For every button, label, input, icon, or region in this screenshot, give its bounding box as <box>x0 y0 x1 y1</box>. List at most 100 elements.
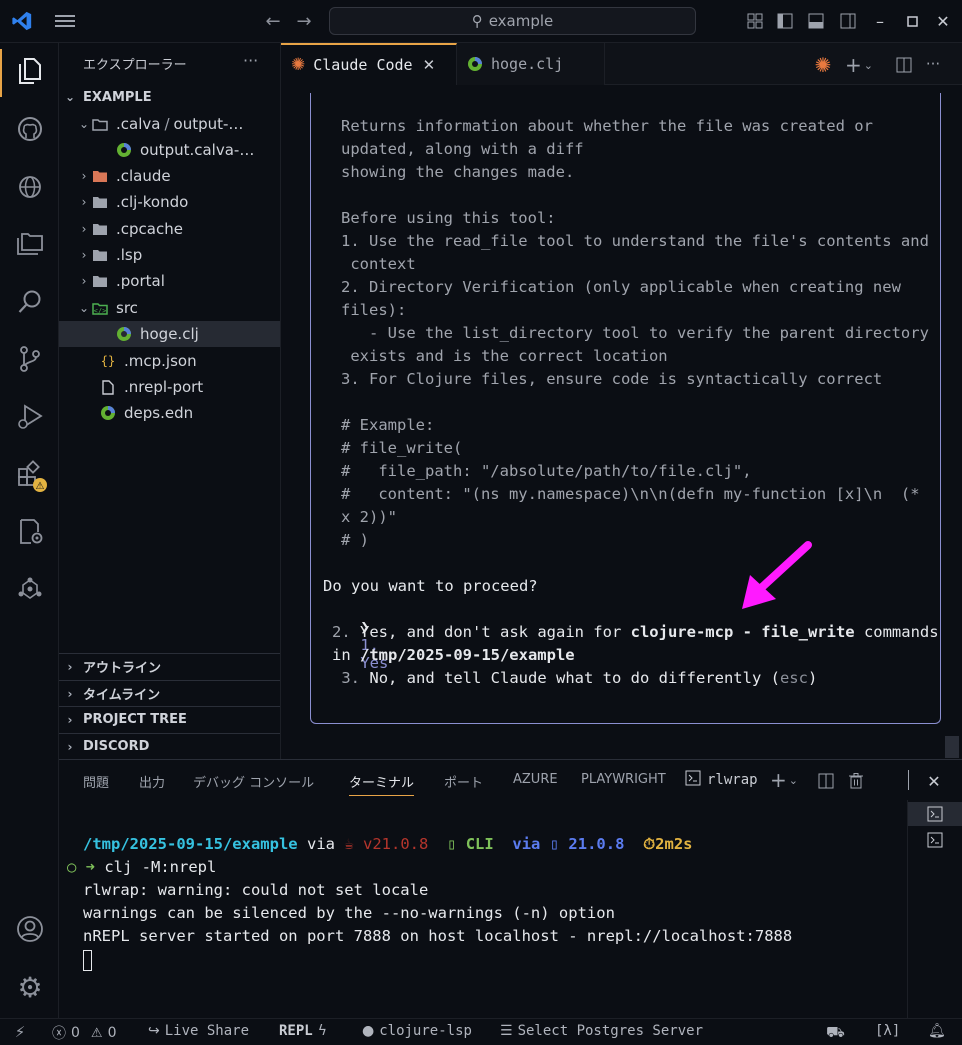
back-arrow-icon[interactable]: ← <box>262 10 284 32</box>
panel-tab-playwright[interactable]: PLAYWRIGHT <box>581 772 666 787</box>
section-timeline[interactable]: › タイムライン <box>59 680 280 706</box>
test-config-icon[interactable] <box>14 515 48 549</box>
esc-key-hint: esc <box>779 669 808 687</box>
tree-item-clj-kondo[interactable]: › .clj-kondo <box>59 189 280 215</box>
chevron-right-icon: › <box>81 248 87 262</box>
extensions-icon[interactable]: ⚠ <box>14 458 50 494</box>
menu-icon[interactable] <box>53 10 77 32</box>
notifications-bell-icon[interactable]: 🔔︎ <box>928 1023 946 1039</box>
chevron-right-icon: › <box>81 222 87 236</box>
tree-item-nrepl-port[interactable]: .nrepl-port <box>59 374 280 400</box>
tree-item-output-calva[interactable]: output.calva-… <box>59 137 280 163</box>
split-editor-icon[interactable] <box>893 54 915 76</box>
tool-description-line: files): <box>341 301 407 319</box>
tree-item-portal[interactable]: › .portal <box>59 268 280 294</box>
editor-scrollbar[interactable] <box>945 736 959 758</box>
option-yes-dont-ask-path[interactable]: in /tmp/2025-09-15/example <box>332 646 575 664</box>
run-debug-icon[interactable] <box>14 401 46 433</box>
option-no[interactable]: 3. No, and tell Claude what to do differ… <box>332 669 817 687</box>
toggle-secondary-sidebar-icon[interactable] <box>838 11 858 31</box>
terminal-instance-icon[interactable] <box>908 802 962 826</box>
toggle-panel-icon[interactable] <box>806 11 826 31</box>
toggle-primary-sidebar-icon[interactable] <box>775 11 795 31</box>
globe-icon[interactable] <box>14 171 46 203</box>
panel-tab-ports[interactable]: ポート <box>444 772 483 791</box>
tool-description-line: showing the changes made. <box>341 163 575 181</box>
repl-button[interactable]: REPL ϟ <box>279 1023 327 1039</box>
panel-tab-azure[interactable]: AZURE <box>513 772 558 787</box>
close-tab-icon[interactable]: ✕ <box>423 56 436 74</box>
folders-icon[interactable] <box>14 228 46 260</box>
lambda-status[interactable]: [λ] <box>875 1023 900 1039</box>
postgres-label: Select Postgres Server <box>517 1023 703 1039</box>
customize-layout-icon[interactable] <box>745 11 765 31</box>
clojure-lsp-status[interactable]: ● clojure-lsp <box>362 1023 472 1039</box>
live-share-button[interactable]: ↪ Live Share <box>148 1023 249 1039</box>
github-icon[interactable] <box>14 113 46 145</box>
minimize-icon[interactable]: – <box>870 11 890 31</box>
more-actions-icon[interactable]: ··· <box>921 53 945 75</box>
trash-icon[interactable] <box>846 771 866 791</box>
panel-tab-output[interactable]: 出力 <box>139 772 165 791</box>
section-label: タイムライン <box>83 688 161 703</box>
terminal-cursor[interactable] <box>83 950 92 971</box>
tree-item-mcp-json[interactable]: {} .mcp.json <box>59 348 280 374</box>
folder-icon <box>91 247 109 263</box>
tab-claude-code[interactable]: ✺ Claude Code ✕ <box>281 43 457 85</box>
toolbar-divider <box>908 770 909 790</box>
folder-icon <box>91 273 109 289</box>
copilot-status[interactable]: ⛟ <box>826 1023 845 1043</box>
section-discord[interactable]: › DISCORD <box>59 733 280 759</box>
tree-item-label: src <box>116 299 138 317</box>
tool-description-line: updated, along with a diff <box>341 140 584 158</box>
panel-tab-debug-console[interactable]: デバッグ コンソール <box>193 772 314 791</box>
postgres-server-selector[interactable]: ☰ Select Postgres Server <box>500 1023 703 1039</box>
sidebar-title: エクスプローラー <box>83 58 187 73</box>
claude-spark-icon[interactable]: ✺ <box>811 53 835 77</box>
prompt-marker: ○ ➜ <box>67 858 95 876</box>
tool-description-line: 1. Use the read_file tool to understand … <box>341 232 929 250</box>
problems-indicator[interactable]: ⓧ 0 ⚠ 0 <box>52 1023 117 1043</box>
tree-item-calva[interactable]: ⌄ .calva / output-… <box>59 111 280 137</box>
tree-item-src[interactable]: ⌄ </> src <box>59 295 280 321</box>
maximize-icon[interactable] <box>902 11 922 31</box>
tree-item-claude[interactable]: › .claude <box>59 163 280 189</box>
close-panel-icon[interactable]: ✕ <box>924 771 944 791</box>
tree-item-cpcache[interactable]: › .cpcache <box>59 216 280 242</box>
timer-icon: ⏱ <box>643 835 656 853</box>
panel-tab-terminal[interactable]: ターミナル <box>349 772 415 796</box>
explorer-root[interactable]: ⌄ EXAMPLE <box>59 84 280 110</box>
source-control-icon[interactable] <box>14 343 46 375</box>
close-window-icon[interactable]: ✕ <box>933 11 953 31</box>
remote-icon[interactable]: ⚡ <box>0 1019 40 1045</box>
tree-item-lsp[interactable]: › .lsp <box>59 242 280 268</box>
terminal-selector[interactable]: rlwrap <box>685 770 758 790</box>
graph-icon[interactable] <box>14 573 46 605</box>
split-terminal-icon[interactable] <box>816 771 836 791</box>
tree-item-label: .calva <box>116 115 161 133</box>
error-icon: ⓧ <box>52 1026 66 1042</box>
copilot-icon: ⛟ <box>826 1023 845 1041</box>
search-icon[interactable] <box>14 286 46 318</box>
section-project-tree[interactable]: › PROJECT TREE <box>59 706 280 732</box>
new-terminal-icon[interactable]: + ⌄ <box>767 768 801 792</box>
chevron-right-icon: › <box>81 195 87 209</box>
section-outline[interactable]: › アウトライン <box>59 653 280 679</box>
chevron-right-icon: › <box>67 739 73 754</box>
tree-item-deps-edn[interactable]: deps.edn <box>59 400 280 426</box>
panel-tab-problems[interactable]: 問題 <box>83 772 109 791</box>
option-yes-dont-ask[interactable]: 2. Yes, and don't ask again for clojure-… <box>332 623 939 641</box>
new-chat-icon[interactable]: + ⌄ <box>843 53 875 77</box>
account-icon[interactable] <box>14 913 46 945</box>
clojure-file-icon <box>115 142 133 158</box>
bottom-panel: 問題 出力 デバッグ コンソール ターミナル ポート AZURE PLAYWRI… <box>59 759 962 1019</box>
option-label-path: /tmp/2025-09-15/example <box>360 646 575 664</box>
forward-arrow-icon[interactable]: → <box>293 10 315 32</box>
terminal-instance-icon[interactable] <box>908 828 962 852</box>
command-center-search[interactable]: ⚲ example <box>329 7 696 35</box>
explorer-icon[interactable] <box>14 55 46 87</box>
tree-item-hoge-clj[interactable]: hoge.clj <box>59 321 280 347</box>
settings-gear-icon[interactable]: ⚙ <box>14 971 46 1004</box>
more-actions-icon[interactable]: ··· <box>243 51 258 70</box>
tab-hoge-clj[interactable]: hoge.clj <box>457 43 605 85</box>
